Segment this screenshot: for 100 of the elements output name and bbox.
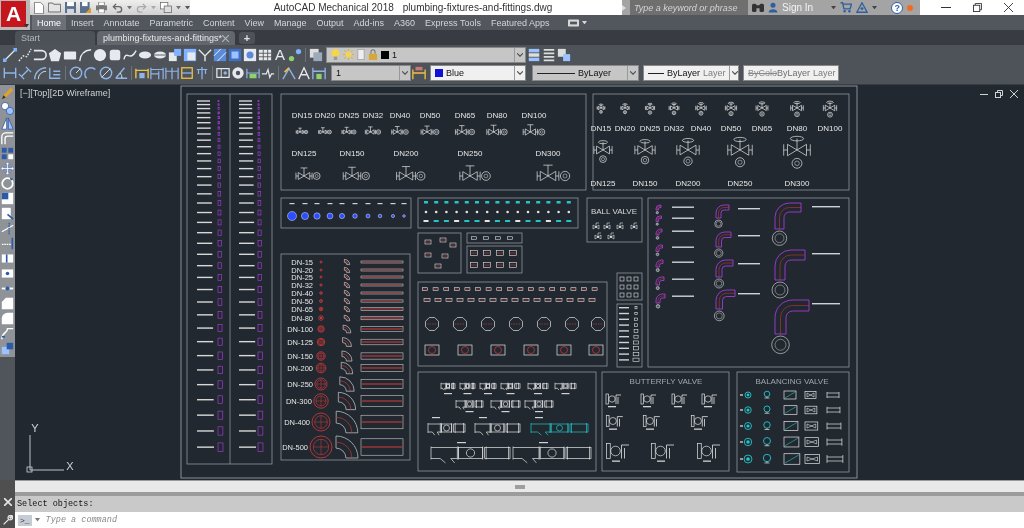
dimension-style-icon[interactable] — [412, 66, 426, 81]
cart-icon[interactable] — [840, 2, 853, 13]
text-tool-button[interactable]: A — [273, 47, 287, 63]
move-icon[interactable] — [1, 162, 14, 175]
quick-dimension-icon[interactable] — [135, 66, 149, 81]
region-icon[interactable] — [243, 47, 257, 62]
dimension-edit-icon[interactable] — [282, 66, 296, 81]
caret-icon[interactable] — [34, 518, 40, 522]
ribbon-tab[interactable]: Content — [198, 15, 240, 30]
wrench-icon[interactable] — [2, 515, 13, 525]
caret-icon[interactable] — [127, 5, 132, 10]
printer-icon[interactable] — [95, 2, 108, 13]
chevron-down-icon[interactable] — [731, 71, 738, 76]
angle-icon[interactable] — [114, 66, 128, 81]
gradient-icon[interactable] — [228, 47, 242, 62]
folder-icon[interactable] — [48, 2, 61, 13]
lineweight-dropdown[interactable]: ByLayer Layer — [643, 65, 739, 82]
arc-length-icon[interactable] — [33, 66, 47, 81]
ribbon-tab[interactable]: Insert — [66, 15, 99, 30]
viewport-menu-link[interactable]: [Top] — [30, 88, 50, 98]
ribbon-tab[interactable]: Featured Apps — [485, 15, 555, 30]
ribbon-tab[interactable]: Output — [311, 15, 349, 30]
window-icon[interactable] — [568, 18, 580, 27]
dots-icon[interactable] — [288, 47, 302, 62]
pentagon-icon[interactable] — [48, 47, 62, 62]
hatch-icon[interactable] — [213, 47, 227, 62]
chevron-down-icon[interactable] — [517, 52, 523, 57]
radius-icon[interactable] — [69, 66, 83, 81]
save-icon[interactable] — [65, 2, 76, 13]
loop-arc-icon[interactable] — [33, 47, 47, 62]
ordinate-icon[interactable] — [48, 66, 62, 81]
linetype-dropdown[interactable]: ByLayer — [532, 65, 639, 82]
viewport-menu-link[interactable]: [2D Wireframe] — [49, 88, 111, 98]
block-icon[interactable] — [183, 47, 197, 62]
save-as-icon[interactable] — [80, 2, 91, 13]
triangle-network-icon[interactable] — [856, 2, 869, 13]
command-field[interactable]: >_ Type a command — [15, 512, 1024, 528]
caret-icon[interactable] — [831, 5, 837, 10]
diameter-icon[interactable] — [99, 66, 113, 81]
linear-dimension-icon[interactable] — [3, 66, 17, 81]
caret-icon[interactable] — [872, 5, 878, 10]
restore-icon[interactable] — [973, 3, 982, 12]
prompt-button[interactable]: >_ — [18, 514, 32, 526]
table-icon[interactable] — [258, 47, 272, 62]
help-button[interactable]: ? — [891, 1, 904, 14]
new-tab-button[interactable]: + — [239, 32, 255, 44]
layer-dropdown[interactable]: 1 — [326, 46, 526, 63]
layers-icon[interactable] — [309, 47, 323, 62]
polyline-icon[interactable] — [18, 47, 32, 62]
restore-icon[interactable] — [995, 90, 1003, 98]
fillet-icon[interactable] — [1, 312, 14, 325]
copy-icon[interactable] — [1, 102, 14, 115]
ribbon-tab[interactable]: Manage — [268, 15, 312, 30]
aligned-dimension-icon[interactable] — [18, 66, 32, 81]
ribbon-tab[interactable]: Add-ins — [348, 15, 390, 30]
text-edit-icon[interactable] — [297, 66, 311, 81]
swatch-icon[interactable] — [381, 50, 389, 59]
layer-move-icon[interactable] — [557, 47, 571, 62]
rounded-square-icon[interactable] — [108, 47, 122, 62]
center-mark-icon[interactable] — [231, 66, 245, 81]
ribbon-tab[interactable]: Home — [32, 15, 66, 30]
application-menu-button[interactable]: A — [1, 1, 26, 27]
chevron-down-icon[interactable] — [402, 71, 408, 76]
explode-icon[interactable] — [1, 342, 14, 355]
chevron-down-icon[interactable] — [630, 71, 636, 76]
dimension-space-icon[interactable] — [180, 66, 194, 81]
mirror-icon[interactable] — [1, 117, 14, 130]
close-icon[interactable] — [1004, 3, 1013, 12]
window-stack-icon[interactable] — [160, 2, 172, 13]
dimension-update-icon[interactable] — [312, 66, 326, 81]
block-icon[interactable] — [168, 47, 182, 62]
ribbon-tab[interactable]: Annotate — [98, 15, 145, 30]
break-icon[interactable] — [1, 252, 14, 265]
array-icon[interactable] — [1, 147, 14, 160]
binoculars-icon[interactable] — [752, 2, 764, 13]
line-icon[interactable] — [3, 47, 17, 62]
search-field[interactable]: Type a keyword or phrase — [630, 0, 748, 15]
tolerance-icon[interactable] — [216, 66, 230, 81]
trim-icon[interactable] — [1, 222, 14, 235]
jog-line-icon[interactable] — [261, 66, 275, 81]
ribbon-tab[interactable]: A360 — [389, 15, 421, 30]
ribbon-tab[interactable]: Express Tools — [420, 15, 486, 30]
extend-icon[interactable] — [1, 237, 14, 250]
new-file-icon[interactable] — [34, 1, 44, 14]
offset-icon[interactable] — [1, 132, 14, 145]
break-at-point-icon[interactable] — [1, 267, 14, 280]
inspection-icon[interactable] — [246, 66, 260, 81]
viewport-menu-link[interactable]: [−] — [20, 88, 31, 98]
user-icon[interactable] — [768, 2, 778, 13]
color-dropdown[interactable]: Blue — [430, 65, 526, 82]
rotate-icon[interactable] — [1, 177, 14, 190]
pencil-icon[interactable] — [1, 87, 14, 100]
document-tab[interactable]: plumbing-fixtures-and-fittings* — [97, 31, 235, 45]
jogged-radius-icon[interactable] — [84, 66, 98, 81]
spline-icon[interactable] — [123, 47, 137, 62]
caret-icon[interactable] — [24, 24, 29, 28]
ribbon-tab[interactable]: Parametric — [144, 15, 199, 30]
dimension-style-dropdown[interactable]: 1 — [331, 65, 411, 82]
dimension-break-icon[interactable] — [195, 66, 209, 81]
grip-handle-icon[interactable] — [514, 484, 525, 489]
